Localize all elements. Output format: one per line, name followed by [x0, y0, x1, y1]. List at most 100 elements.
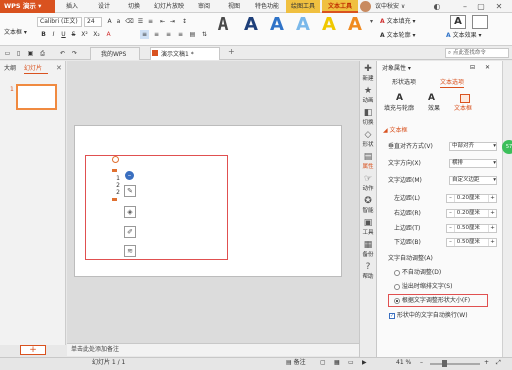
section-textbox[interactable]: ◢ 文本框 [383, 127, 408, 135]
numbering-icon[interactable]: ≡ [146, 17, 155, 26]
side-action[interactable]: ☞ 动作 [359, 174, 377, 192]
left-margin-stepper[interactable]: – 0.20厘米 + [446, 194, 497, 203]
rotate-handle[interactable] [112, 156, 119, 163]
sorter-view-icon[interactable]: ▦ [334, 359, 340, 367]
radio-button[interactable] [394, 283, 400, 290]
italic-button[interactable]: I [49, 30, 58, 39]
style-a-blue[interactable]: A [266, 16, 288, 34]
style-a-orange[interactable]: A [344, 16, 366, 34]
side-transition[interactable]: ◧ 切换 [359, 108, 377, 126]
notes-toggle[interactable]: ▤ 备注 [286, 359, 306, 367]
side-animation[interactable]: ★ 动画 [359, 86, 377, 104]
side-new[interactable]: ✚ 新建 [359, 64, 377, 82]
effects-icon[interactable]: A [428, 93, 435, 103]
normal-view-icon[interactable]: ▢ [320, 359, 326, 367]
plus-icon[interactable]: + [488, 195, 496, 202]
shrink-font-icon[interactable]: a [114, 17, 123, 26]
distribute-icon[interactable]: ▤ [188, 30, 197, 39]
shape-style-icon[interactable]: ✎ [124, 185, 136, 197]
shape-text-style-icon[interactable]: A [450, 15, 466, 29]
text-fill-button[interactable]: A 文本填充 ▾ [380, 17, 446, 27]
indent-decrease-icon[interactable]: ⇤ [158, 17, 167, 26]
pin-icon[interactable]: ⊟ [470, 64, 475, 71]
minus-icon[interactable]: – [447, 210, 455, 217]
tab-slides[interactable]: 幻灯片 [24, 64, 48, 74]
close-icon[interactable]: ✕ [492, 1, 506, 12]
zoom-out-icon[interactable]: – [420, 359, 423, 367]
autofit-option-shrink[interactable]: 溢出时缩排文字(S) [394, 283, 452, 291]
text-box[interactable] [85, 155, 228, 260]
notes-input[interactable]: 单击此处添加备注 [67, 343, 359, 356]
menu-view[interactable]: 视图 [224, 0, 244, 13]
zoom-slider[interactable] [430, 363, 480, 365]
menu-review[interactable]: 审阅 [194, 0, 214, 13]
side-properties[interactable]: ▤ 属性 [359, 152, 377, 170]
text-outline-button[interactable]: A 文本轮廓 ▾ [380, 31, 446, 41]
style-a-yellow[interactable]: A [318, 16, 340, 34]
minus-icon[interactable]: – [447, 239, 455, 246]
text-effects-button[interactable]: A 文本效果 ▾ [446, 31, 508, 41]
margins-select[interactable]: 自定义边距 ▾ [449, 176, 497, 185]
bullets-icon[interactable]: ☰ [136, 17, 145, 26]
tab-effects[interactable]: 效果 [428, 105, 440, 113]
wrap-text-checkbox[interactable]: ✓ 形状中的文字自动换行(W) [389, 312, 468, 320]
radio-button-selected[interactable] [394, 297, 400, 304]
minimize-icon[interactable]: – [458, 1, 472, 12]
add-slide-button[interactable]: + [20, 345, 46, 355]
textbox-frame-tab-icon[interactable] [460, 94, 470, 103]
top-margin-stepper[interactable]: – 0.50厘米 + [446, 224, 497, 233]
fill-bucket-icon[interactable]: ◈ [124, 206, 136, 218]
tab-document[interactable]: 演示文稿1 * [150, 47, 220, 60]
tab-textbox[interactable]: 文本框 [454, 105, 472, 113]
text-direction-icon[interactable]: ⇅ [200, 30, 209, 39]
text-direction-select[interactable]: 横排 ▾ [449, 159, 497, 168]
minus-icon[interactable]: – [447, 225, 455, 232]
collapse-icon[interactable]: – [125, 171, 134, 180]
tab-fill-outline[interactable]: 填充与轮廓 [384, 105, 414, 113]
app-menu-button[interactable]: WPS 演示 ▾ [0, 0, 55, 13]
textbox-frame-icon[interactable] [472, 15, 488, 29]
panel-close-icon[interactable]: ✕ [485, 64, 490, 71]
zoom-level[interactable]: 41 % [396, 359, 411, 367]
redo-icon[interactable]: ↷ [70, 49, 79, 58]
superscript-button[interactable]: X² [80, 30, 89, 39]
subscript-button[interactable]: X₂ [92, 30, 101, 39]
align-right-icon[interactable]: ≡ [164, 30, 173, 39]
save-icon[interactable]: ▣ [26, 49, 35, 58]
zoom-slider-thumb[interactable] [442, 360, 447, 367]
resize-handle-bottom[interactable] [112, 198, 117, 201]
skin-icon[interactable]: ◐ [430, 1, 444, 12]
right-margin-stepper[interactable]: – 0.20厘米 + [446, 209, 497, 218]
align-left-icon[interactable]: ≡ [140, 30, 149, 39]
tab-drawing-tools[interactable]: 绘图工具 [286, 0, 320, 13]
tab-text-tools[interactable]: 文本工具 [322, 0, 358, 13]
autofit-option-resize[interactable]: 根据文字调整形状大小(F) [394, 297, 470, 305]
resize-handle-top[interactable] [112, 169, 117, 172]
tab-my-wps[interactable]: 我的WPS [90, 47, 140, 60]
undo-icon[interactable]: ↶ [58, 49, 67, 58]
strike-button[interactable]: S [69, 30, 78, 39]
align-center-icon[interactable]: ≡ [152, 30, 161, 39]
fill-outline-icon[interactable]: A [396, 93, 403, 103]
textbox-dropdown[interactable]: 文本框 ▾ [4, 28, 34, 38]
layout-options-icon[interactable]: ≋ [124, 245, 136, 257]
side-smart[interactable]: ✪ 智能 [359, 196, 377, 214]
side-shape[interactable]: ◇ 形状 [359, 130, 377, 148]
print-icon[interactable]: ⎙ [38, 49, 47, 58]
indent-increase-icon[interactable]: ⇥ [168, 17, 177, 26]
avatar[interactable] [360, 1, 371, 12]
user-name[interactable]: 议中秋安 ∨ [375, 0, 405, 13]
zoom-in-icon[interactable]: + [484, 359, 489, 367]
outline-icon[interactable]: ✐ [124, 226, 136, 238]
plus-icon[interactable]: + [488, 239, 496, 246]
style-a-black[interactable]: A [212, 16, 234, 34]
open-file-icon[interactable]: ▯ [14, 49, 23, 58]
tab-text-options[interactable]: 文本选项 [440, 79, 465, 88]
vertical-align-select[interactable]: 中部对齐 ▾ [449, 142, 497, 151]
check-icon[interactable]: ✓ [389, 312, 395, 319]
grow-font-icon[interactable]: A [105, 17, 114, 26]
new-tab-icon[interactable]: + [228, 47, 235, 56]
plus-icon[interactable]: + [488, 210, 496, 217]
font-color-button[interactable]: A [104, 30, 113, 39]
styles-more-icon[interactable]: ▾ [370, 17, 378, 27]
